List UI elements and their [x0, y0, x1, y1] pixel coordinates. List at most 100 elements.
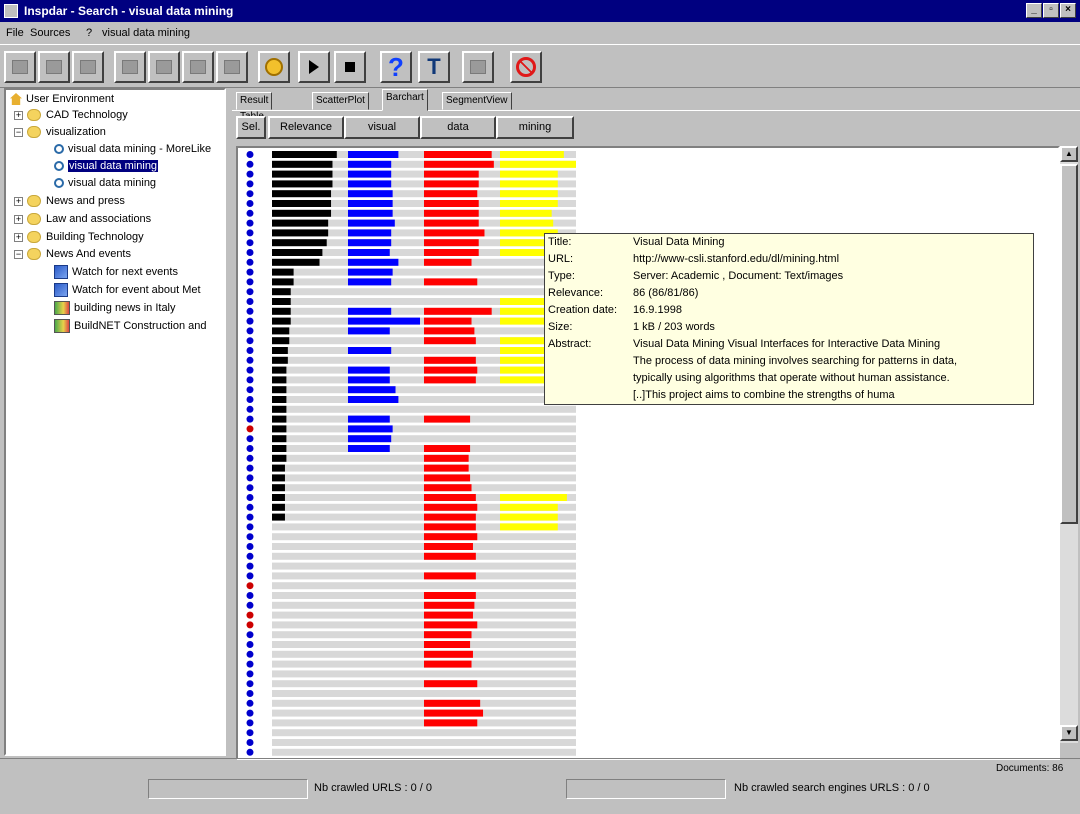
toolbar-button-6[interactable] [182, 51, 214, 83]
collapse-icon[interactable]: − [14, 249, 23, 259]
toolbar-button-12[interactable] [462, 51, 494, 83]
column-data[interactable]: data [420, 116, 496, 139]
row-select-dot[interactable] [246, 356, 254, 364]
row-select-dot[interactable] [246, 425, 254, 433]
relevance-bar[interactable] [272, 151, 337, 158]
row-select-dot[interactable] [246, 690, 254, 697]
row-select-dot[interactable] [246, 258, 254, 266]
row-select-dot[interactable] [246, 190, 254, 198]
row-select-dot[interactable] [246, 170, 254, 178]
row-select-dot[interactable] [246, 503, 254, 511]
relevance-bar[interactable] [272, 445, 287, 452]
data-bar[interactable] [424, 709, 484, 717]
relevance-bar[interactable] [272, 170, 333, 178]
mining-bar[interactable] [500, 190, 558, 198]
row-select-dot[interactable] [246, 209, 254, 217]
tree-item-visualization[interactable]: − visualization [14, 126, 106, 138]
row-select-dot[interactable] [246, 660, 254, 668]
visual-bar[interactable] [348, 386, 396, 394]
relevance-bar[interactable] [272, 474, 285, 482]
data-bar[interactable] [424, 660, 472, 668]
relevance-bar[interactable] [272, 288, 291, 296]
relevance-bar[interactable] [272, 494, 285, 501]
data-bar[interactable] [424, 170, 479, 178]
data-bar[interactable] [424, 239, 479, 247]
data-bar[interactable] [424, 631, 472, 639]
mining-bar[interactable] [500, 513, 558, 521]
relevance-bar[interactable] [272, 415, 287, 423]
data-bar[interactable] [424, 180, 479, 188]
row-select-dot[interactable] [246, 523, 254, 531]
visual-bar[interactable] [348, 190, 393, 198]
relevance-bar[interactable] [272, 396, 287, 403]
cancel-button[interactable] [510, 51, 542, 83]
relevance-bar[interactable] [272, 386, 287, 394]
row-select-dot[interactable] [246, 347, 254, 354]
row-select-dot[interactable] [246, 484, 254, 492]
row-select-dot[interactable] [246, 543, 254, 550]
relevance-bar[interactable] [272, 376, 287, 384]
row-select-dot[interactable] [246, 445, 254, 452]
row-select-dot[interactable] [246, 552, 254, 560]
visual-bar[interactable] [348, 200, 393, 207]
row-select-dot[interactable] [246, 396, 254, 403]
data-bar[interactable] [424, 160, 494, 168]
data-bar[interactable] [424, 190, 478, 198]
visual-bar[interactable] [348, 151, 399, 158]
tab-scatterplot[interactable]: ScatterPlot [312, 92, 369, 110]
data-bar[interactable] [424, 317, 472, 325]
maximize-button[interactable]: ▫ [1043, 3, 1059, 18]
data-bar[interactable] [424, 611, 473, 619]
visual-bar[interactable] [348, 258, 399, 266]
visual-bar[interactable] [348, 278, 392, 286]
row-select-dot[interactable] [246, 454, 254, 462]
relevance-bar[interactable] [272, 258, 320, 266]
row-select-dot[interactable] [246, 219, 254, 227]
data-bar[interactable] [424, 376, 476, 384]
relevance-bar[interactable] [272, 405, 287, 413]
tree-item-watch-next[interactable]: Watch for next events [54, 265, 178, 279]
data-bar[interactable] [424, 621, 478, 629]
row-select-dot[interactable] [246, 160, 254, 168]
scroll-up-icon[interactable]: ▲ [1060, 146, 1078, 162]
visual-bar[interactable] [348, 317, 420, 325]
tree-item-watch-met[interactable]: Watch for event about Met [54, 283, 201, 297]
data-bar[interactable] [424, 415, 471, 423]
row-select-dot[interactable] [246, 366, 254, 374]
data-bar[interactable] [424, 445, 471, 452]
relevance-bar[interactable] [272, 180, 333, 188]
data-bar[interactable] [424, 601, 475, 609]
row-select-dot[interactable] [246, 699, 254, 707]
relevance-bar[interactable] [272, 160, 333, 168]
mining-bar[interactable] [500, 494, 567, 501]
data-bar[interactable] [424, 464, 469, 472]
row-select-dot[interactable] [246, 249, 254, 256]
data-bar[interactable] [424, 533, 478, 541]
relevance-bar[interactable] [272, 503, 285, 511]
relevance-bar[interactable] [272, 464, 285, 472]
expand-icon[interactable]: + [14, 110, 23, 120]
toolbar-button-1[interactable] [4, 51, 36, 83]
row-select-dot[interactable] [246, 729, 254, 737]
data-bar[interactable] [424, 337, 476, 345]
relevance-bar[interactable] [272, 200, 332, 207]
data-bar[interactable] [424, 249, 479, 256]
minimize-button[interactable]: _ [1026, 3, 1042, 18]
relevance-bar[interactable] [272, 356, 288, 364]
relevance-bar[interactable] [272, 209, 332, 217]
mining-bar[interactable] [500, 151, 564, 158]
relevance-bar[interactable] [272, 278, 294, 286]
row-select-dot[interactable] [246, 268, 254, 276]
column-visual[interactable]: visual [344, 116, 420, 139]
row-select-dot[interactable] [246, 317, 254, 325]
column-mining[interactable]: mining [496, 116, 574, 139]
row-select-dot[interactable] [246, 709, 254, 717]
row-select-dot[interactable] [246, 739, 254, 746]
mining-bar[interactable] [500, 219, 554, 227]
data-bar[interactable] [424, 680, 478, 688]
relevance-bar[interactable] [272, 366, 287, 374]
menu-sources[interactable]: Sources [30, 27, 70, 39]
stop-button[interactable] [334, 51, 366, 83]
tree-item-law[interactable]: + Law and associations [14, 213, 151, 225]
tree-item-cad[interactable]: + CAD Technology [14, 109, 128, 121]
